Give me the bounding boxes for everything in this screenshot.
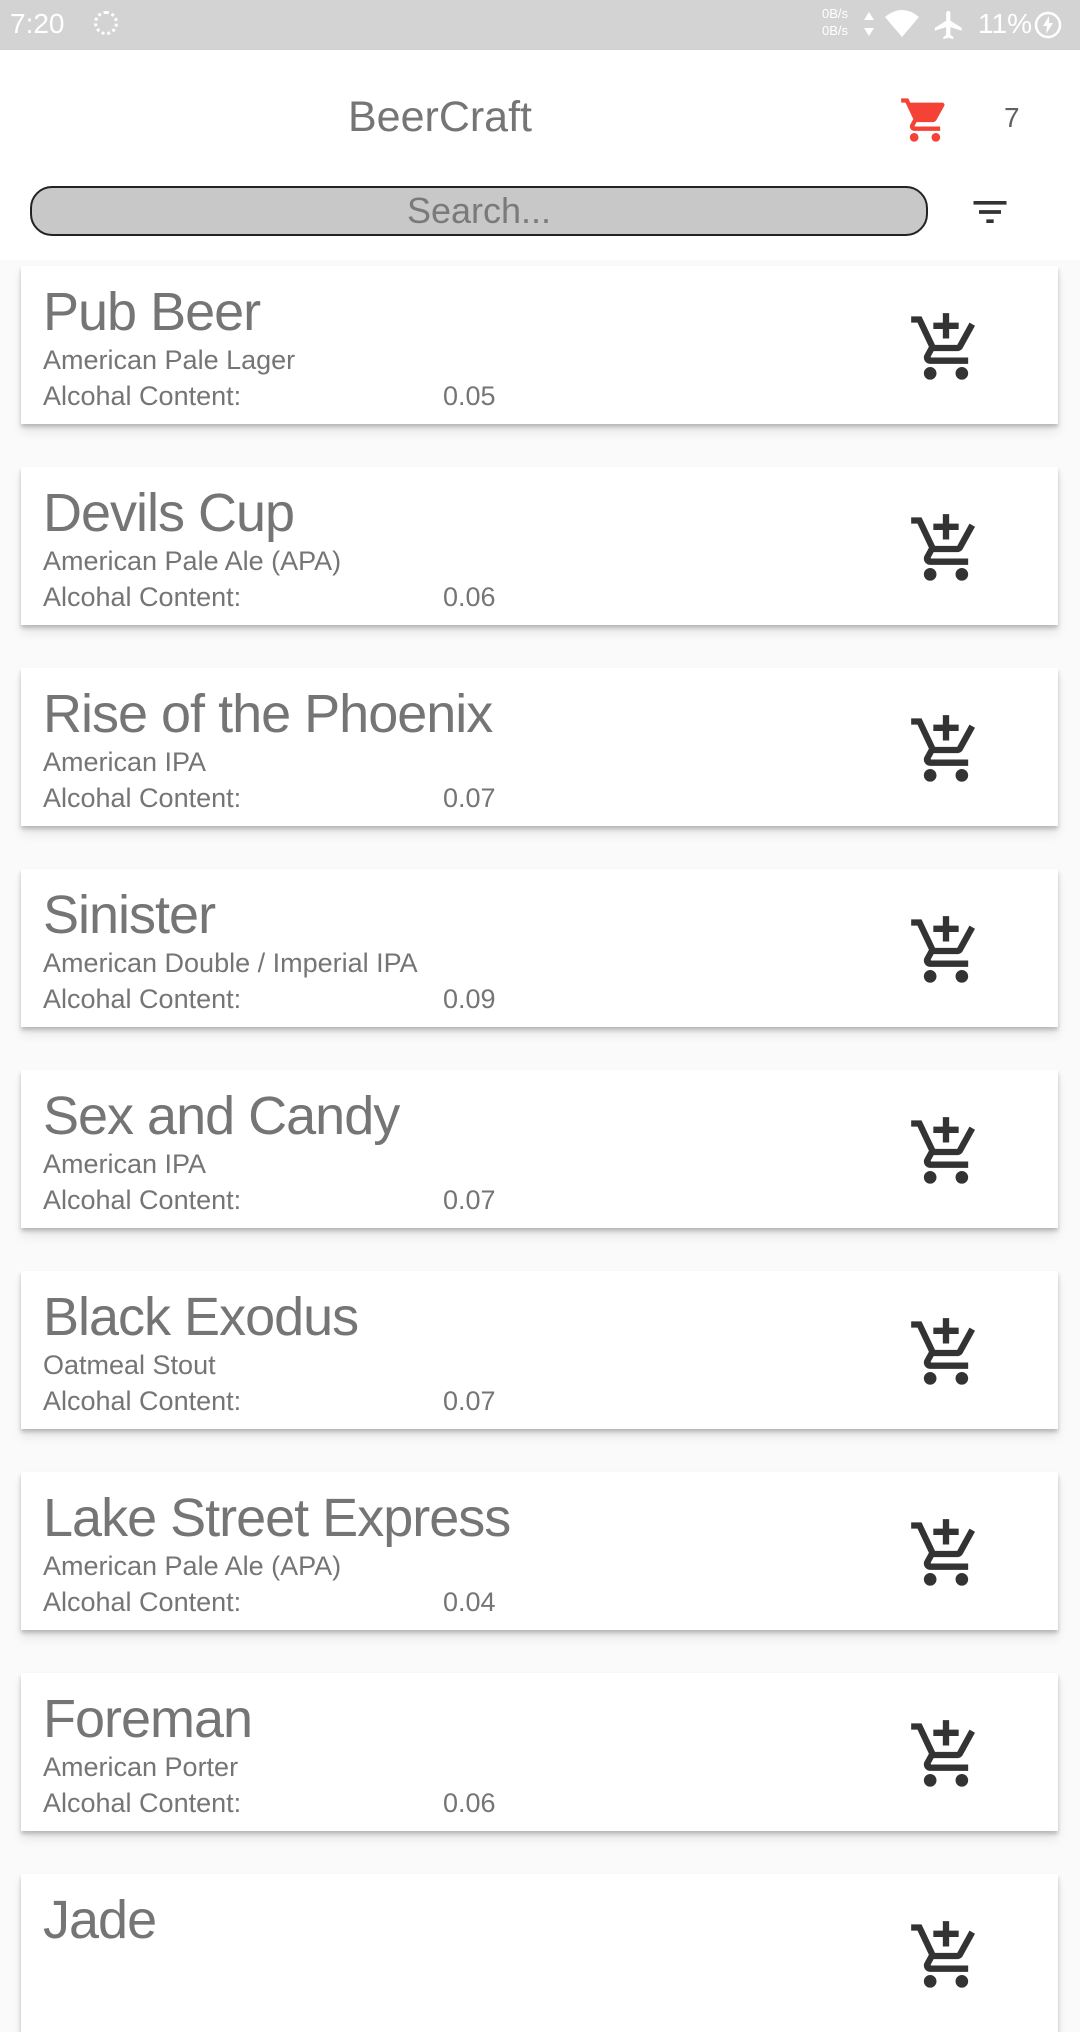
add-to-cart-button[interactable] (908, 1315, 984, 1391)
beer-style: American IPA (43, 1149, 207, 1179)
beer-style: American Pale Lager (43, 345, 296, 375)
alcohol-content-value: 0.07 (443, 783, 496, 813)
alcohol-content-value: 0.06 (443, 582, 496, 612)
alcohol-content-label: Alcohal Content: (43, 1587, 242, 1617)
beer-style: Oatmeal Stout (43, 1350, 216, 1380)
beer-list: Pub Beer American Pale Lager Alcohal Con… (0, 0, 1080, 2032)
add-shopping-cart-icon (911, 715, 976, 782)
add-to-cart-button[interactable] (908, 511, 984, 587)
alcohol-content-value: 0.07 (443, 1185, 496, 1215)
beer-name: Foreman (43, 1689, 253, 1749)
beer-name: Pub Beer (43, 282, 261, 342)
beer-card[interactable]: Sinister American Double / Imperial IPA … (21, 869, 1058, 1027)
beer-name: Sinister (43, 885, 216, 945)
beer-name: Black Exodus (43, 1287, 359, 1347)
add-shopping-cart-icon (911, 1720, 976, 1787)
alcohol-content-label: Alcohal Content: (43, 1386, 242, 1416)
alcohol-content-label: Alcohal Content: (43, 381, 242, 411)
add-shopping-cart-icon (911, 1318, 976, 1385)
beer-card[interactable]: Foreman American Porter Alcohal Content:… (21, 1673, 1058, 1831)
beer-style: American IPA (43, 747, 207, 777)
alcohol-content-label: Alcohal Content: (43, 1185, 242, 1215)
add-to-cart-button[interactable] (908, 310, 984, 386)
alcohol-content-value: 0.04 (443, 1587, 496, 1617)
alcohol-content-label: Alcohal Content: (43, 582, 242, 612)
alcohol-content-label: Alcohal Content: (43, 1788, 242, 1818)
add-to-cart-button[interactable] (908, 1516, 984, 1592)
add-shopping-cart-icon (911, 313, 976, 380)
beer-style: American Pale Ale (APA) (43, 546, 342, 576)
beer-card[interactable]: Devils Cup American Pale Ale (APA) Alcoh… (21, 467, 1058, 625)
add-shopping-cart-icon (911, 1519, 976, 1586)
beer-name: Lake Street Express (43, 1488, 511, 1548)
alcohol-content-label: Alcohal Content: (43, 984, 242, 1014)
add-shopping-cart-icon (911, 1117, 976, 1184)
alcohol-content-label: Alcohal Content: (43, 783, 242, 813)
add-to-cart-button[interactable] (908, 712, 984, 788)
beer-style: American Double / Imperial IPA (43, 948, 418, 978)
alcohol-content-value: 0.06 (443, 1788, 496, 1818)
add-to-cart-button[interactable] (908, 1717, 984, 1793)
beer-card[interactable]: Black Exodus Oatmeal Stout Alcohal Conte… (21, 1271, 1058, 1429)
beer-card[interactable]: Pub Beer American Pale Lager Alcohal Con… (21, 266, 1058, 424)
beer-name: Jade (43, 1890, 157, 1950)
alcohol-content-value: 0.07 (443, 1386, 496, 1416)
beer-card[interactable]: Jade (21, 1874, 1058, 2032)
add-to-cart-button[interactable] (908, 913, 984, 989)
add-to-cart-button[interactable] (908, 1918, 984, 1994)
add-shopping-cart-icon (911, 514, 976, 581)
beer-card[interactable]: Sex and Candy American IPA Alcohal Conte… (21, 1070, 1058, 1228)
beer-style: American Porter (43, 1752, 239, 1782)
beer-name: Rise of the Phoenix (43, 684, 493, 744)
beer-card[interactable]: Rise of the Phoenix American IPA Alcohal… (21, 668, 1058, 826)
beer-style: American Pale Ale (APA) (43, 1551, 342, 1581)
add-shopping-cart-icon (911, 916, 976, 983)
beer-card[interactable]: Lake Street Express American Pale Ale (A… (21, 1472, 1058, 1630)
add-to-cart-button[interactable] (908, 1114, 984, 1190)
add-shopping-cart-icon (911, 1921, 976, 1988)
alcohol-content-value: 0.09 (443, 984, 496, 1014)
alcohol-content-value: 0.05 (443, 381, 496, 411)
beer-name: Devils Cup (43, 483, 295, 543)
beer-name: Sex and Candy (43, 1086, 400, 1146)
